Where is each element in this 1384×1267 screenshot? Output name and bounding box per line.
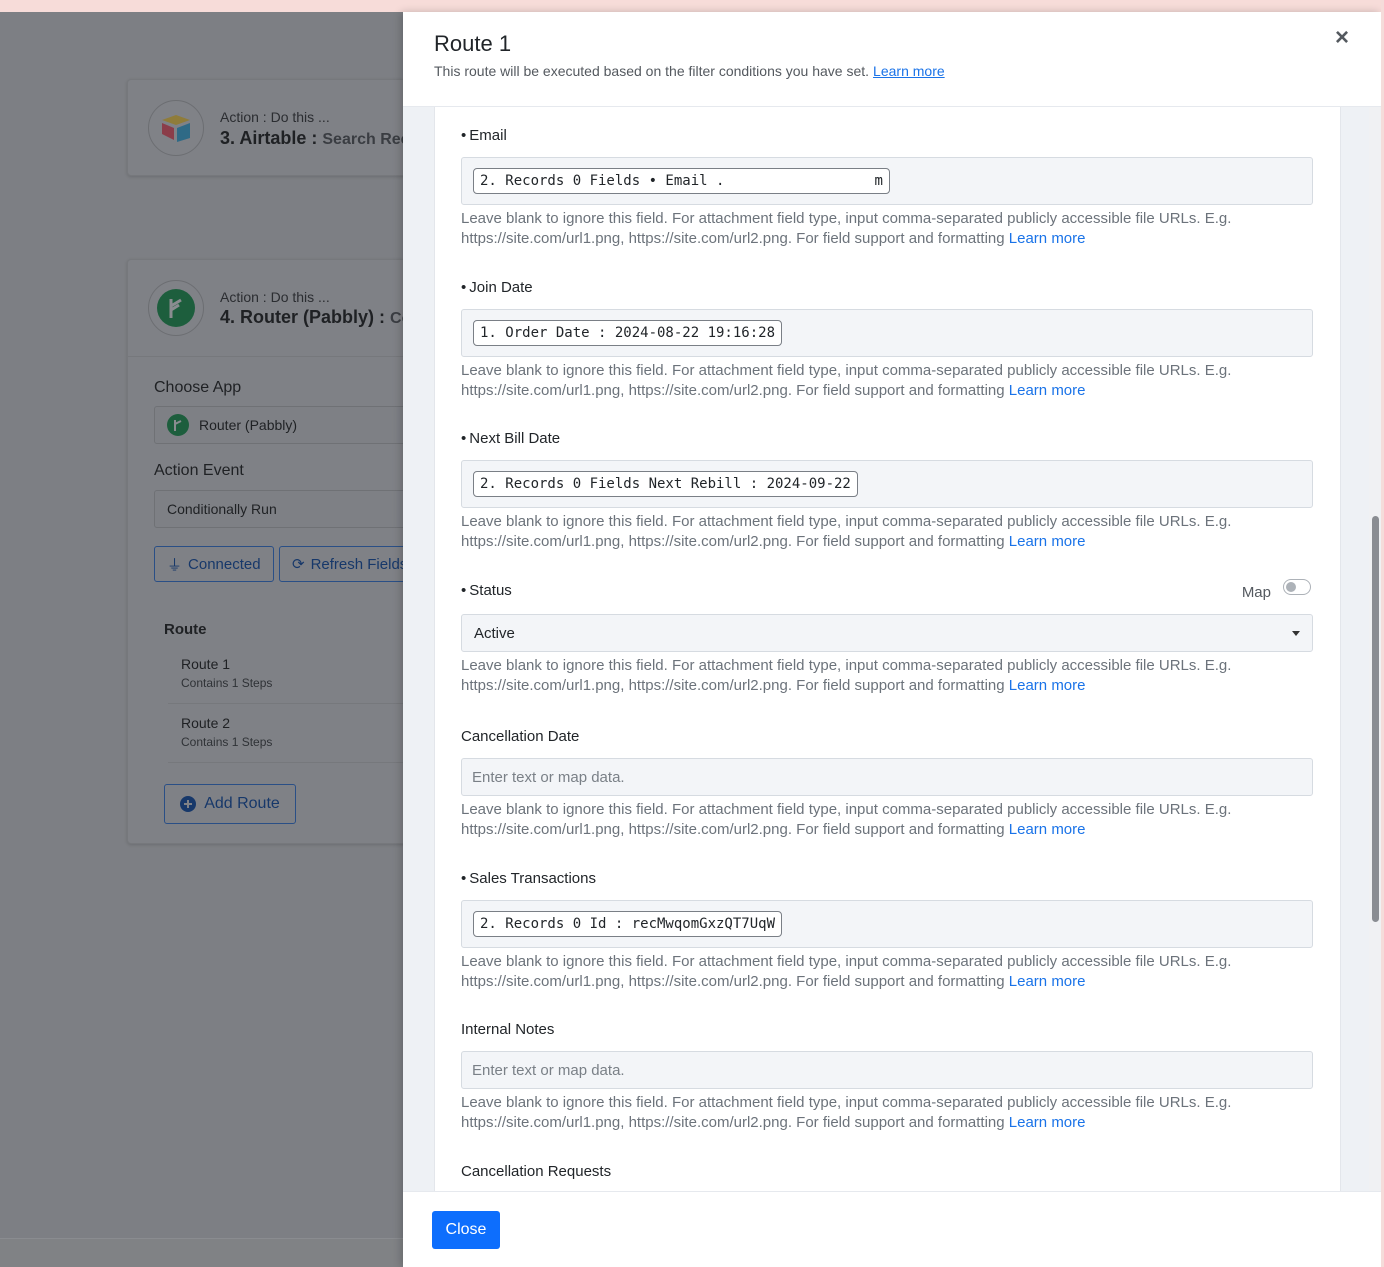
refresh-icon: ⟳ bbox=[292, 556, 305, 573]
help-learn-more-link[interactable]: Learn more bbox=[1009, 973, 1086, 990]
step-card-router[interactable]: Action : Do this ... 4. Router (Pabbly) … bbox=[127, 259, 434, 844]
action-event-select[interactable]: Conditionally Run bbox=[154, 490, 434, 528]
mapped-token[interactable]: 2. Records 0 Fields Next Rebill : 2024-0… bbox=[473, 471, 858, 497]
join-date-input[interactable]: 1. Order Date : 2024-08-22 19:16:28 bbox=[461, 309, 1313, 357]
field-label: Internal Notes bbox=[461, 1021, 555, 1038]
plug-icon: ⏚ bbox=[167, 556, 183, 574]
route-modal: Route 1 This route will be executed base… bbox=[403, 12, 1381, 1267]
modal-footer: Close bbox=[403, 1191, 1381, 1267]
modal-title: Route 1 bbox=[434, 31, 512, 56]
field-label: • Join Date bbox=[461, 279, 533, 296]
step-card-airtable[interactable]: Action : Do this ... 3. Airtable : Searc… bbox=[127, 79, 427, 176]
email-input[interactable]: 2. Records 0 Fields • Email .m bbox=[461, 157, 1313, 205]
help-learn-more-link[interactable]: Learn more bbox=[1009, 230, 1086, 247]
sales-transactions-input[interactable]: 2. Records 0 Id : recMwqomGxzQT7UqW bbox=[461, 900, 1313, 948]
step-title: 3. Airtable : Search Reco bbox=[220, 128, 420, 148]
background-footer bbox=[0, 1238, 403, 1267]
router-icon bbox=[167, 414, 189, 436]
action-label: Action : Do this ... bbox=[220, 109, 330, 125]
field-cancellation-requests: Cancellation Requests bbox=[461, 1163, 1313, 1191]
top-strip bbox=[0, 0, 1384, 12]
close-button[interactable]: Close bbox=[432, 1211, 500, 1249]
field-help: Leave blank to ignore this field. For at… bbox=[461, 513, 1232, 550]
field-status: • Status Map Active Leave blank to ignore… bbox=[461, 578, 1313, 696]
field-email: • Email 2. Records 0 Fields • Email .m Le… bbox=[461, 127, 1313, 249]
field-help: Leave blank to ignore this field. For at… bbox=[461, 657, 1232, 694]
modal-subtitle: This route will be executed based on the… bbox=[434, 63, 945, 79]
step-title: 4. Router (Pabbly) : Co bbox=[220, 307, 412, 327]
route-item[interactable]: Route 2 Contains 1 Steps bbox=[168, 705, 426, 763]
map-toggle[interactable]: Map bbox=[1242, 578, 1311, 601]
router-logo-icon bbox=[148, 280, 204, 336]
mapped-token[interactable]: 1. Order Date : 2024-08-22 19:16:28 bbox=[473, 320, 783, 346]
help-learn-more-link[interactable]: Learn more bbox=[1009, 677, 1086, 694]
help-learn-more-link[interactable]: Learn more bbox=[1009, 821, 1086, 838]
route-item[interactable]: Route 1 Contains 1 Steps bbox=[168, 646, 426, 704]
route-heading: Route bbox=[164, 621, 207, 638]
divider bbox=[128, 356, 426, 357]
field-help: Leave blank to ignore this field. For at… bbox=[461, 210, 1232, 247]
plus-circle-icon bbox=[180, 796, 197, 812]
field-label: Cancellation Requests bbox=[461, 1163, 612, 1180]
airtable-logo-icon bbox=[148, 100, 204, 156]
help-learn-more-link[interactable]: Learn more bbox=[1009, 382, 1086, 399]
field-help: Leave blank to ignore this field. For at… bbox=[461, 362, 1232, 399]
refresh-fields-button[interactable]: ⟳ Refresh Fields bbox=[279, 546, 421, 582]
help-learn-more-link[interactable]: Learn more bbox=[1009, 1114, 1086, 1131]
field-internal-notes: Internal Notes Enter text or map data. L… bbox=[461, 1021, 1313, 1133]
field-label: • Status Map bbox=[461, 578, 1313, 602]
chevron-down-icon bbox=[1292, 631, 1300, 636]
internal-notes-input[interactable]: Enter text or map data. bbox=[461, 1051, 1313, 1089]
learn-more-link[interactable]: Learn more bbox=[873, 63, 945, 79]
field-sales-transactions: • Sales Transactions 2. Records 0 Id : re… bbox=[461, 870, 1313, 992]
fields-panel: • Email 2. Records 0 Fields • Email .m Le… bbox=[434, 107, 1341, 1191]
field-join-date: • Join Date 1. Order Date : 2024-08-22 19… bbox=[461, 279, 1313, 401]
choose-app-select[interactable]: Router (Pabbly) bbox=[154, 406, 434, 444]
field-help: Leave blank to ignore this field. For at… bbox=[461, 953, 1232, 990]
field-next-bill-date: • Next Bill Date 2. Records 0 Fields Next… bbox=[461, 430, 1313, 552]
mapped-token[interactable]: 2. Records 0 Fields • Email .m bbox=[473, 168, 890, 194]
field-label: Cancellation Date bbox=[461, 728, 580, 745]
field-label: • Sales Transactions bbox=[461, 870, 596, 887]
field-label: • Next Bill Date bbox=[461, 430, 561, 447]
next-bill-date-input[interactable]: 2. Records 0 Fields Next Rebill : 2024-0… bbox=[461, 460, 1313, 508]
add-route-button[interactable]: Add Route bbox=[164, 784, 296, 824]
modal-header: Route 1 This route will be executed base… bbox=[403, 12, 1381, 107]
mapped-token[interactable]: 2. Records 0 Id : recMwqomGxzQT7UqW bbox=[473, 911, 783, 937]
connected-button[interactable]: ⏚ Connected bbox=[154, 546, 274, 582]
field-help: Leave blank to ignore this field. For at… bbox=[461, 1094, 1232, 1131]
help-learn-more-link[interactable]: Learn more bbox=[1009, 533, 1086, 550]
action-event-label: Action Event bbox=[154, 462, 244, 479]
close-icon[interactable]: × bbox=[1335, 24, 1349, 52]
status-select[interactable]: Active bbox=[461, 614, 1313, 652]
modal-body: • Email 2. Records 0 Fields • Email .m Le… bbox=[403, 107, 1381, 1191]
field-cancellation-date: Cancellation Date Enter text or map data… bbox=[461, 728, 1313, 840]
toggle-switch[interactable] bbox=[1283, 578, 1311, 595]
field-help: Leave blank to ignore this field. For at… bbox=[461, 801, 1232, 838]
action-label: Action : Do this ... bbox=[220, 289, 330, 305]
scrollbar-thumb[interactable] bbox=[1372, 516, 1379, 922]
field-label: • Email bbox=[461, 127, 507, 144]
cancellation-date-input[interactable]: Enter text or map data. bbox=[461, 758, 1313, 796]
choose-app-label: Choose App bbox=[154, 379, 242, 396]
